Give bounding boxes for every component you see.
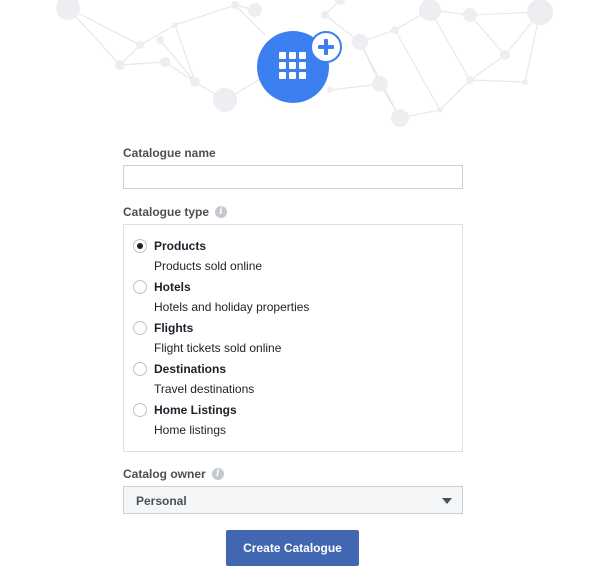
catalogue-type-option-flights[interactable]: Flights Flight tickets sold online [124, 307, 462, 355]
info-icon[interactable]: i [215, 206, 228, 218]
catalogue-type-option-hotels[interactable]: Hotels Hotels and holiday properties [124, 266, 462, 314]
catalog-owner-label-text: Catalog owner [123, 467, 206, 481]
catalogue-type-option-products[interactable]: Products Products sold online [124, 225, 462, 273]
catalogue-type-option-destinations[interactable]: Destinations Travel destinations [124, 348, 462, 396]
radio-button[interactable] [133, 280, 147, 294]
catalogue-type-option-home-listings[interactable]: Home Listings Home listings [124, 389, 462, 437]
option-title: Flights [154, 321, 194, 335]
radio-button[interactable] [133, 321, 147, 335]
option-title: Hotels [154, 280, 191, 294]
grid-icon [279, 52, 306, 79]
catalogue-type-options: Products Products sold online Hotels Hot… [123, 224, 463, 452]
catalog-owner-value: Personal [136, 494, 187, 508]
catalog-owner-label: Catalog owner i [123, 467, 224, 481]
catalogue-name-input[interactable] [123, 165, 463, 189]
radio-button-selected[interactable] [133, 239, 147, 253]
radio-button[interactable] [133, 362, 147, 376]
catalog-owner-select[interactable]: Personal [123, 486, 463, 514]
catalogue-name-label-text: Catalogue name [123, 146, 216, 160]
plus-icon [310, 31, 342, 63]
catalogue-type-label-text: Catalogue type [123, 205, 210, 219]
option-description: Home listings [154, 423, 227, 437]
catalogue-type-label: Catalogue type i [123, 205, 228, 219]
info-icon[interactable]: i [211, 468, 224, 480]
option-title: Destinations [154, 362, 227, 376]
option-title: Products [154, 239, 207, 253]
option-title: Home Listings [154, 403, 237, 417]
create-catalogue-button[interactable]: Create Catalogue [226, 530, 359, 566]
radio-button[interactable] [133, 403, 147, 417]
create-catalogue-dialog: Catalogue name Catalogue type i Products… [0, 0, 606, 585]
chevron-down-icon [442, 498, 452, 504]
catalogue-name-label: Catalogue name [123, 146, 216, 160]
